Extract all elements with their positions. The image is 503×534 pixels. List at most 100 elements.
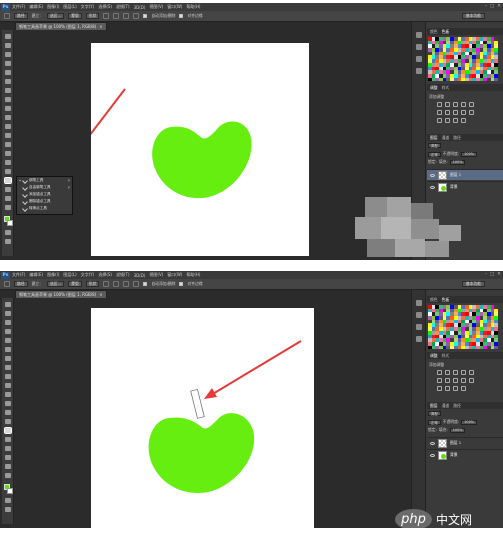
- menu-layer[interactable]: 图层(L): [63, 272, 76, 278]
- hand-tool-icon[interactable]: [5, 196, 11, 201]
- history-panel-icon[interactable]: [416, 32, 422, 38]
- tab-adjustments[interactable]: 调整: [430, 353, 438, 359]
- gear-icon[interactable]: [133, 13, 140, 19]
- menu-view[interactable]: 视图(V): [149, 272, 163, 278]
- opacity-input[interactable]: 100%: [461, 151, 477, 157]
- flyout-item-pen[interactable]: • 钢笔工具 P: [17, 177, 72, 184]
- quick-mask-icon[interactable]: [5, 230, 11, 235]
- photo-filter-icon[interactable]: [461, 110, 466, 115]
- vibrance-icon[interactable]: [469, 370, 474, 375]
- make-mask-button[interactable]: 蒙版: [68, 13, 82, 19]
- move-tool-icon[interactable]: [5, 34, 11, 39]
- channel-mixer-icon[interactable]: [469, 110, 474, 115]
- menu-type[interactable]: 文字(Y): [81, 272, 95, 278]
- blend-mode-select[interactable]: 正常: [428, 419, 441, 425]
- pen-tool-preset-icon[interactable]: [4, 13, 10, 19]
- menu-image[interactable]: 图像(I): [47, 4, 59, 10]
- eraser-tool-icon[interactable]: [5, 124, 11, 129]
- fill-input[interactable]: 100%: [449, 427, 466, 433]
- tab-layers[interactable]: 图层: [430, 135, 438, 141]
- path-operations-icon[interactable]: [103, 281, 110, 287]
- black-white-icon[interactable]: [453, 110, 458, 115]
- blend-mode-select[interactable]: 正常: [428, 151, 441, 157]
- photo-filter-icon[interactable]: [461, 378, 466, 383]
- menu-window[interactable]: 窗口(W): [167, 272, 182, 278]
- close-icon[interactable]: ✕: [497, 4, 501, 9]
- screen-mode-icon[interactable]: [5, 507, 11, 512]
- color-balance-icon[interactable]: [445, 110, 450, 115]
- blur-tool-icon[interactable]: [5, 410, 11, 415]
- make-selection-button[interactable]: 选区...: [46, 13, 65, 19]
- layer-kind-filter[interactable]: 类型: [428, 143, 441, 148]
- make-shape-button[interactable]: 形状: [85, 13, 100, 19]
- layer-kind-filter[interactable]: 类型: [428, 411, 441, 416]
- layer-row[interactable]: 图层 1: [427, 169, 503, 180]
- auto-add-delete-checkbox[interactable]: [143, 14, 148, 18]
- dodge-tool-icon[interactable]: [5, 419, 11, 424]
- document-canvas[interactable]: [91, 308, 314, 528]
- minimize-icon[interactable]: –: [485, 4, 487, 9]
- pen-tool-icon[interactable]: [5, 160, 11, 165]
- auto-add-delete-checkbox[interactable]: [143, 282, 148, 286]
- black-white-icon[interactable]: [453, 378, 458, 383]
- vibrance-icon[interactable]: [469, 102, 474, 107]
- tab-channels[interactable]: 通道: [442, 403, 450, 409]
- posterize-icon[interactable]: [445, 386, 450, 391]
- menu-filter[interactable]: 滤镜(T): [116, 272, 130, 278]
- menu-select[interactable]: 选择(S): [98, 4, 112, 10]
- shape-tool-icon[interactable]: [5, 455, 11, 460]
- menu-3d[interactable]: 3D(D): [134, 5, 146, 10]
- path-arrangement-icon[interactable]: [123, 281, 130, 287]
- close-tab-icon[interactable]: ×: [99, 24, 102, 29]
- minimize-icon[interactable]: –: [485, 272, 487, 277]
- invert-icon[interactable]: [437, 386, 442, 391]
- tab-color[interactable]: 颜色: [430, 29, 438, 35]
- quick-select-tool-icon[interactable]: [5, 329, 11, 334]
- eye-icon[interactable]: [430, 441, 435, 445]
- menu-edit[interactable]: 编辑(E): [29, 272, 43, 278]
- tab-swatches[interactable]: 色板: [442, 29, 450, 35]
- character-panel-icon[interactable]: [416, 324, 422, 330]
- brightness-icon[interactable]: [437, 370, 442, 375]
- brush-tool-icon[interactable]: [5, 365, 11, 370]
- brightness-icon[interactable]: [437, 102, 442, 107]
- gradient-map-icon[interactable]: [461, 386, 466, 391]
- healing-brush-tool-icon[interactable]: [5, 356, 11, 361]
- tab-styles[interactable]: 样式: [442, 85, 450, 91]
- gradient-map-icon[interactable]: [461, 118, 466, 123]
- menu-window[interactable]: 窗口(W): [167, 4, 182, 10]
- color-swatch[interactable]: [494, 345, 499, 350]
- path-operations-icon[interactable]: [103, 13, 110, 19]
- levels-icon[interactable]: [445, 370, 450, 375]
- gradient-tool-icon[interactable]: [5, 133, 11, 138]
- exposure-icon[interactable]: [461, 102, 466, 107]
- eraser-tool-icon[interactable]: [5, 392, 11, 397]
- tab-styles[interactable]: 样式: [442, 353, 450, 359]
- tab-color[interactable]: 颜色: [430, 297, 438, 303]
- channel-mixer-icon[interactable]: [469, 378, 474, 383]
- invert-icon[interactable]: [437, 118, 442, 123]
- shape-tool-icon[interactable]: [5, 187, 11, 192]
- gear-icon[interactable]: [133, 281, 140, 287]
- menu-file[interactable]: 文件(F): [12, 272, 25, 278]
- menu-help[interactable]: 帮助(H): [186, 272, 200, 278]
- align-edges-checkbox[interactable]: [179, 282, 184, 286]
- make-mask-button[interactable]: 蒙版: [68, 281, 82, 287]
- flyout-item-convert-point[interactable]: 转换点工具: [17, 205, 72, 212]
- path-alignment-icon[interactable]: [113, 281, 120, 287]
- lasso-tool-icon[interactable]: [5, 320, 11, 325]
- swatches-grid[interactable]: [428, 305, 499, 350]
- tab-channels[interactable]: 通道: [442, 135, 450, 141]
- exposure-icon[interactable]: [461, 370, 466, 375]
- menu-type[interactable]: 文字(Y): [81, 4, 95, 10]
- workspace-switcher[interactable]: 基本功能: [461, 13, 485, 19]
- marquee-tool-icon[interactable]: [5, 311, 11, 316]
- paragraph-panel-icon[interactable]: [416, 336, 422, 342]
- tool-mode-select[interactable]: 路径: [14, 13, 28, 19]
- history-panel-icon[interactable]: [416, 300, 422, 306]
- maximize-icon[interactable]: □: [490, 4, 494, 9]
- clone-stamp-tool-icon[interactable]: [5, 106, 11, 111]
- maximize-icon[interactable]: □: [490, 272, 494, 277]
- menu-layer[interactable]: 图层(L): [63, 4, 76, 10]
- posterize-icon[interactable]: [445, 118, 450, 123]
